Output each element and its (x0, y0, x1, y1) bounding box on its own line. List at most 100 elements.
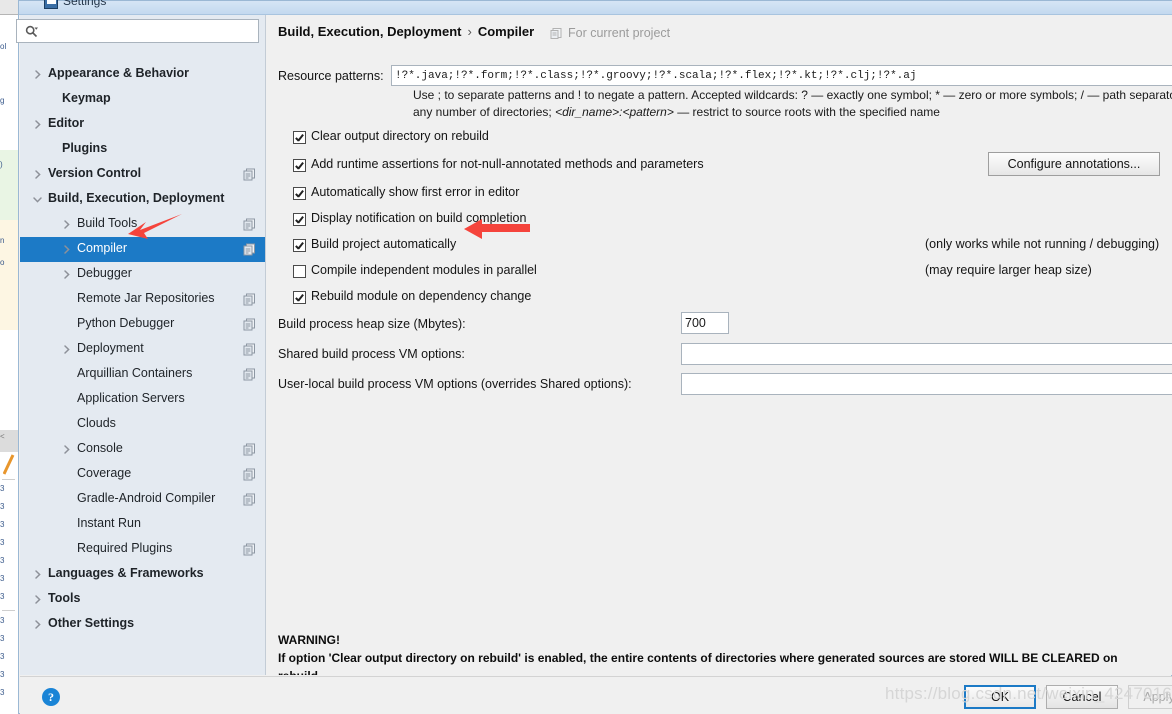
resource-patterns-hint-line2: any number of directories; <dir_name>:<p… (413, 104, 940, 121)
sidebar-item-instant-run[interactable]: Instant Run (20, 512, 265, 537)
sidebar-item-gradle-android-compiler[interactable]: Gradle-Android Compiler (20, 487, 265, 512)
sidebar-item-build-execution-deployment[interactable]: Build, Execution, Deployment (20, 187, 265, 212)
help-button[interactable]: ? (42, 688, 60, 706)
sidebar-item-build-tools[interactable]: Build Tools (20, 212, 265, 237)
heap-size-label: Build process heap size (Mbytes): (278, 317, 466, 331)
checkbox-rebuild-module-on-dependency-change[interactable] (293, 291, 306, 304)
settings-dialog-screen: ol g ) n o < 3 3 3 3 3 3 3 3 3 3 3 3 Set… (0, 0, 1172, 714)
project-scope-icon (243, 318, 256, 331)
breadcrumb: Build, Execution, Deployment › Compiler (278, 24, 534, 39)
sidebar-item-appearance-behavior[interactable]: Appearance & Behavior (20, 62, 265, 87)
chevron-right-icon[interactable] (32, 169, 43, 180)
user-local-vm-options-input[interactable] (682, 374, 1172, 394)
sidebar-item-label: Console (77, 441, 123, 455)
background-ide-sliver: ol g ) n o < 3 3 3 3 3 3 3 3 3 3 3 3 (0, 0, 18, 714)
sidebar-item-arquillian-containers[interactable]: Arquillian Containers (20, 362, 265, 387)
search-input[interactable] (43, 23, 248, 41)
sidebar-item-label: Compiler (77, 241, 128, 255)
sidebar-item-version-control[interactable]: Version Control (20, 162, 265, 187)
chevron-right-icon[interactable] (32, 594, 43, 605)
project-scope-icon (243, 343, 256, 356)
sidebar-item-debugger[interactable]: Debugger (20, 262, 265, 287)
sidebar-item-coverage[interactable]: Coverage (20, 462, 265, 487)
watermark: https://blog.csdn.net/weixin_42470164 (885, 684, 1172, 703)
sidebar-item-required-plugins[interactable]: Required Plugins (20, 537, 265, 562)
settings-sidebar: Appearance & Behavior Keymap Editor Plugins… (16, 15, 266, 675)
checkbox-note: (only works while not running / debuggin… (925, 237, 1160, 251)
heap-size-field[interactable] (681, 312, 729, 334)
search-box[interactable] (16, 19, 259, 43)
sidebar-item-keymap[interactable]: Keymap (20, 87, 265, 112)
sidebar-item-application-servers[interactable]: Application Servers (20, 387, 265, 412)
sidebar-item-label: Editor (48, 116, 85, 130)
checkbox-display-notification-on-build-completion[interactable] (293, 213, 306, 226)
sidebar-item-other-settings[interactable]: Other Settings (20, 612, 265, 637)
project-scope-icon (550, 27, 563, 40)
checkbox-clear-output-directory-on-rebuild[interactable] (293, 131, 306, 144)
chevron-right-icon[interactable] (61, 344, 72, 355)
sidebar-item-tools[interactable]: Tools (20, 587, 265, 612)
shared-vm-options-field[interactable] (681, 343, 1172, 365)
checkbox-label: Build project automatically (311, 237, 457, 251)
chevron-right-icon[interactable] (61, 219, 72, 230)
chevron-right-icon[interactable] (61, 444, 72, 455)
breadcrumb-separator: › (467, 24, 472, 39)
heap-size-input[interactable] (682, 313, 728, 333)
breadcrumb-leaf: Compiler (477, 24, 535, 39)
chevron-down-icon[interactable] (32, 194, 43, 205)
resource-patterns-field[interactable] (391, 65, 1172, 86)
sidebar-item-label: Arquillian Containers (77, 366, 193, 380)
project-scope-label: For current project (550, 26, 670, 40)
chevron-right-icon[interactable] (32, 569, 43, 580)
chevron-right-icon[interactable] (61, 269, 72, 280)
search-icon (25, 25, 38, 38)
configure-annotations-button[interactable]: Configure annotations... (988, 152, 1160, 176)
resource-patterns-input[interactable] (392, 66, 1172, 85)
settings-content-panel: Build, Execution, Deployment › Compiler Fo… (266, 15, 1172, 675)
sidebar-item-label: Instant Run (77, 516, 141, 530)
sidebar-item-editor[interactable]: Editor (20, 112, 265, 137)
checkbox-label: Display notification on build completion (311, 211, 527, 225)
sidebar-item-console[interactable]: Console (20, 437, 265, 462)
sidebar-item-label: Languages & Frameworks (48, 566, 204, 580)
sidebar-item-remote-jar-repositories[interactable]: Remote Jar Repositories (20, 287, 265, 312)
sidebar-item-label: Appearance & Behavior (48, 66, 190, 80)
user-local-vm-options-field[interactable] (681, 373, 1172, 395)
chevron-right-icon[interactable] (61, 244, 72, 255)
chevron-right-icon[interactable] (32, 119, 43, 130)
sidebar-item-plugins[interactable]: Plugins (20, 137, 265, 162)
background-toolbar (0, 0, 18, 15)
sidebar-item-languages-frameworks[interactable]: Languages & Frameworks (20, 562, 265, 587)
dialog-title: Settings (63, 0, 107, 8)
sidebar-item-label: Clouds (77, 416, 116, 430)
hint-line2-suffix: — restrict to source roots with the spec… (677, 105, 940, 119)
sidebar-item-compiler[interactable]: Compiler (20, 237, 265, 262)
sidebar-item-label: Other Settings (48, 616, 135, 630)
project-scope-icon (243, 443, 256, 456)
checkbox-add-runtime-assertions-for-not-null-annotated-methods-and-parameters[interactable] (293, 159, 306, 172)
checkbox-compile-independent-modules-in-parallel[interactable] (293, 265, 306, 278)
sidebar-item-label: Build Tools (77, 216, 138, 230)
breadcrumb-root[interactable]: Build, Execution, Deployment (278, 24, 461, 39)
user-local-vm-options-label: User-local build process VM options (ove… (278, 377, 632, 391)
checkbox-build-project-automatically[interactable] (293, 239, 306, 252)
checkbox-label: Rebuild module on dependency change (311, 289, 532, 303)
sidebar-item-python-debugger[interactable]: Python Debugger (20, 312, 265, 337)
sidebar-item-deployment[interactable]: Deployment (20, 337, 265, 362)
chevron-right-icon[interactable] (32, 619, 43, 630)
warning-line-2: rebuild. (278, 667, 321, 675)
sidebar-item-clouds[interactable]: Clouds (20, 412, 265, 437)
project-scope-icon (243, 293, 256, 306)
chevron-right-icon[interactable] (32, 69, 43, 80)
hint-line2-emphasis: <dir_name>:<pattern> (555, 105, 674, 119)
resource-patterns-hint-line1: Use ; to separate patterns and ! to nega… (413, 88, 1172, 102)
shared-vm-options-input[interactable] (682, 344, 1172, 364)
project-scope-icon (243, 543, 256, 556)
sidebar-search[interactable] (16, 19, 259, 43)
sidebar-item-label: Build, Execution, Deployment (48, 191, 225, 205)
sidebar-item-label: Version Control (48, 166, 142, 180)
project-scope-icon (243, 468, 256, 481)
checkbox-label: Compile independent modules in parallel (311, 263, 537, 277)
settings-dialog: Settings Appearance & Behavior Keymap Edit (16, 0, 1172, 714)
checkbox-automatically-show-first-error-in-editor[interactable] (293, 187, 306, 200)
